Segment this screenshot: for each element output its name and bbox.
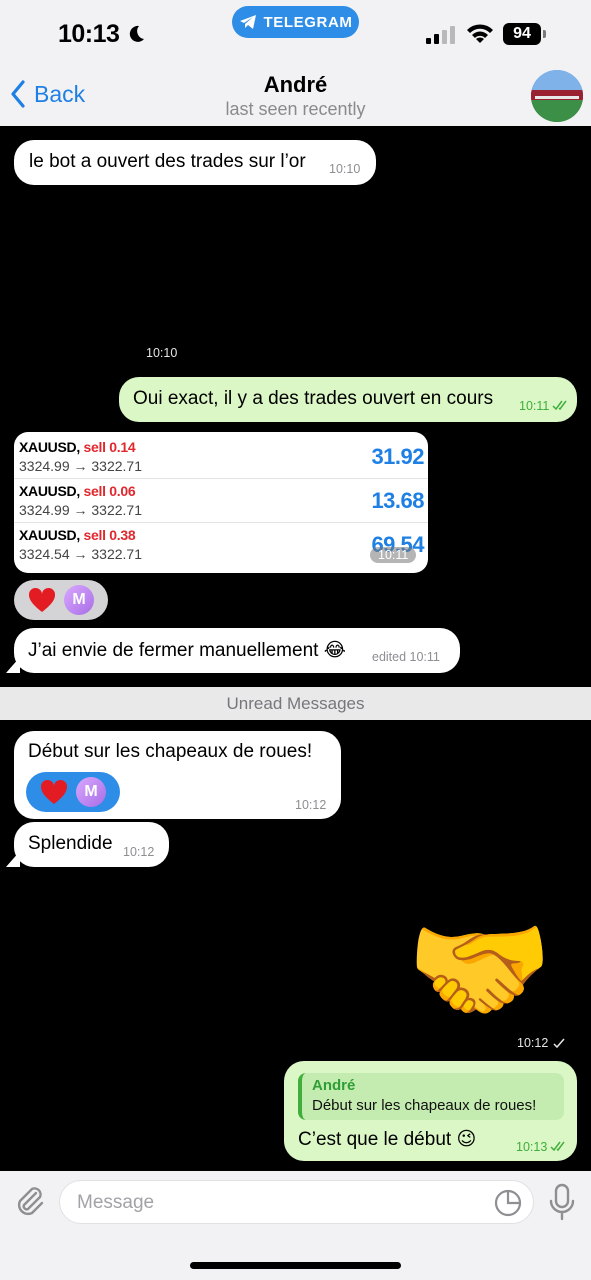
- message-time: 10:13: [516, 1140, 548, 1154]
- message-incoming[interactable]: Début sur les chapeaux de roues! M 10:12: [14, 731, 341, 819]
- wifi-icon: [467, 24, 493, 43]
- message-input[interactable]: Message: [59, 1180, 534, 1224]
- read-checkmarks-icon: [552, 400, 567, 411]
- heart-icon: [40, 779, 68, 804]
- message-text: C’est que le début 😉: [298, 1129, 477, 1150]
- trade-symbol: XAUUSD, sell 0.38: [19, 527, 136, 543]
- trade-symbol-name: XAUUSD,: [19, 483, 80, 499]
- sticker-message[interactable]: 😍 10:10: [28, 202, 188, 362]
- chat-status: last seen recently: [225, 99, 366, 119]
- heart-eyes-sticker: 😍: [28, 203, 166, 350]
- message-text: Début sur les chapeaux de roues!: [28, 741, 313, 762]
- chat-title[interactable]: André: [0, 72, 591, 98]
- message-time: 10:11: [519, 399, 550, 413]
- moon-icon: [129, 25, 144, 42]
- trade-prices: 3324.54 → 3322.71: [19, 546, 142, 562]
- sent-checkmark-icon: [553, 1038, 565, 1049]
- handshake-sticker: 🤝: [406, 904, 553, 1036]
- reply-text: Début sur les chapeaux de roues!: [312, 1097, 537, 1114]
- reaction-pill[interactable]: M: [14, 580, 108, 620]
- reaction-pill[interactable]: M: [26, 772, 120, 812]
- message-time: 10:10: [329, 162, 361, 176]
- message-time: 10:12: [517, 1036, 549, 1050]
- battery-level: 94: [503, 23, 541, 45]
- message-placeholder: Message: [77, 1192, 155, 1213]
- message-incoming[interactable]: le bot a ouvert des trades sur l’or 10:1…: [14, 140, 376, 185]
- message-incoming[interactable]: Splendide 10:12: [14, 822, 169, 867]
- trade-row: XAUUSD, sell 0.14 3324.99 → 3322.71 31.9…: [14, 434, 428, 478]
- message-text: le bot a ouvert des trades sur l’or: [29, 151, 306, 172]
- message-time: 10:12: [123, 845, 155, 859]
- telegram-banner[interactable]: TELEGRAM: [232, 6, 359, 38]
- signal-icon: [426, 26, 455, 44]
- unread-messages-divider: Unread Messages: [0, 687, 591, 720]
- message-incoming[interactable]: J’ai envie de fermer manuellement 😂 edit…: [14, 628, 460, 673]
- message-outgoing[interactable]: André Début sur les chapeaux de roues! C…: [284, 1061, 577, 1161]
- top-bar: 10:13 TELEGRAM 94 Back André last seen r…: [0, 0, 591, 126]
- sticker-icon[interactable]: [494, 1189, 522, 1217]
- reply-author: André: [312, 1077, 356, 1094]
- trade-side: sell 0.06: [83, 483, 136, 499]
- sticker-message[interactable]: 🤝 10:12: [404, 908, 576, 1053]
- reactor-avatar: M: [76, 777, 106, 807]
- message-text: J’ai envie de fermer manuellement 😂: [28, 640, 346, 661]
- stadium-image: [531, 70, 583, 122]
- message-outgoing[interactable]: Oui exact, il y a des trades ouvert en c…: [119, 377, 577, 422]
- message-edited-time: edited 10:11: [372, 650, 440, 664]
- heart-icon: [28, 587, 56, 612]
- trade-side: sell 0.38: [83, 527, 136, 543]
- trades-screenshot-message[interactable]: XAUUSD, sell 0.14 3324.99 → 3322.71 31.9…: [14, 432, 428, 573]
- trade-prices: 3324.99 → 3322.71: [19, 502, 142, 518]
- paperclip-icon[interactable]: [12, 1183, 48, 1219]
- telegram-icon: [239, 15, 256, 29]
- battery-tip: [543, 30, 546, 38]
- microphone-icon[interactable]: [548, 1183, 576, 1221]
- message-time: 10:12: [295, 798, 327, 812]
- trade-side: sell 0.14: [83, 439, 136, 455]
- trade-symbol: XAUUSD, sell 0.06: [19, 483, 136, 499]
- status-time: 10:13: [58, 20, 120, 48]
- read-checkmarks-icon: [550, 1141, 565, 1152]
- telegram-banner-label: TELEGRAM: [263, 13, 353, 31]
- message-time: 10:10: [146, 346, 178, 360]
- reply-preview[interactable]: André Début sur les chapeaux de roues!: [298, 1073, 564, 1120]
- trade-symbol-name: XAUUSD,: [19, 527, 80, 543]
- message-text: Oui exact, il y a des trades ouvert en c…: [133, 388, 494, 409]
- trade-prices: 3324.99 → 3322.71: [19, 458, 142, 474]
- trade-symbol: XAUUSD, sell 0.14: [19, 439, 136, 455]
- contact-avatar[interactable]: [531, 70, 583, 122]
- trade-row: XAUUSD, sell 0.38 3324.54 → 3322.71 69.5…: [14, 522, 428, 566]
- reactor-avatar: M: [64, 585, 94, 615]
- trade-row: XAUUSD, sell 0.06 3324.99 → 3322.71 13.6…: [14, 478, 428, 522]
- trade-symbol-name: XAUUSD,: [19, 439, 80, 455]
- trade-profit: 13.68: [371, 488, 424, 513]
- home-indicator: [190, 1262, 401, 1269]
- trade-profit: 31.92: [371, 444, 424, 469]
- message-text: Splendide: [28, 833, 113, 854]
- battery-indicator: 94: [503, 23, 547, 45]
- message-time: 10:11: [370, 547, 417, 563]
